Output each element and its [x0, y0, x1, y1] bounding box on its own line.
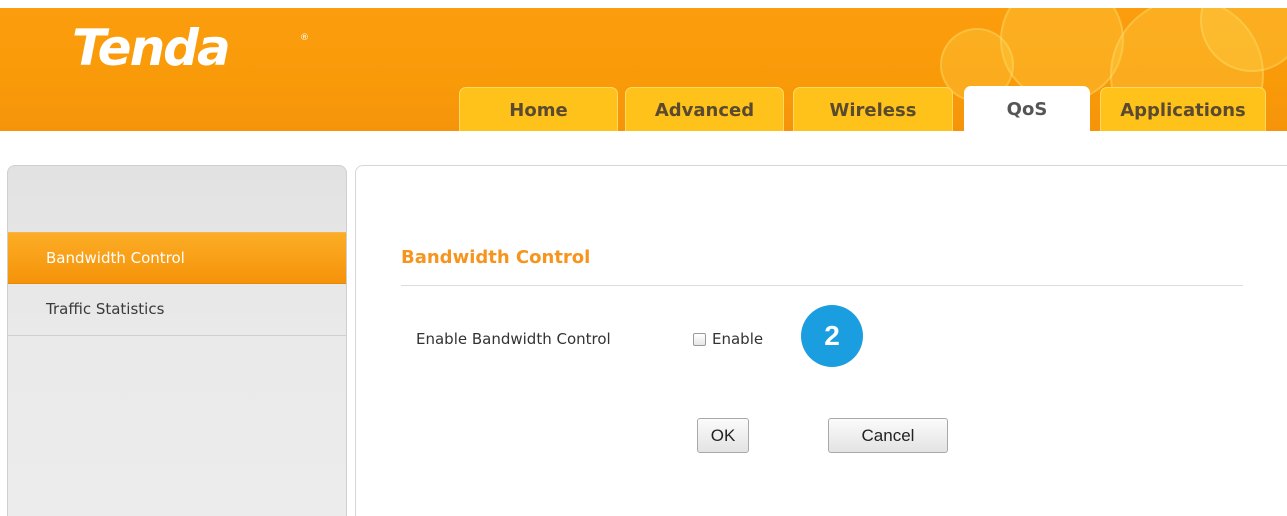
- enable-bandwidth-control-label: Enable Bandwidth Control: [416, 330, 611, 348]
- section-title: Bandwidth Control: [401, 247, 591, 268]
- enable-checkbox[interactable]: [693, 333, 706, 346]
- tab-applications[interactable]: Applications: [1100, 87, 1266, 131]
- tab-home[interactable]: Home: [459, 87, 618, 131]
- cancel-button[interactable]: Cancel: [828, 418, 948, 453]
- ok-button[interactable]: OK: [697, 418, 749, 453]
- registered-mark: ®: [300, 33, 309, 43]
- tab-advanced[interactable]: Advanced: [625, 87, 784, 131]
- tenda-logo: Tenda: [72, 19, 231, 77]
- main-content-panel: Bandwidth Control Enable Bandwidth Contr…: [355, 165, 1287, 516]
- router-admin-page: Tenda ® Home Advanced Wireless QoS Appli…: [0, 0, 1287, 516]
- sidebar: Bandwidth Control Traffic Statistics: [7, 165, 347, 516]
- sidebar-item-traffic-statistics[interactable]: Traffic Statistics: [8, 284, 346, 336]
- header-bar: Tenda ® Home Advanced Wireless QoS Appli…: [0, 8, 1287, 131]
- enable-checkbox-label[interactable]: Enable: [712, 329, 763, 349]
- tab-wireless[interactable]: Wireless: [793, 87, 953, 131]
- section-divider: [401, 285, 1243, 286]
- sidebar-item-bandwidth-control[interactable]: Bandwidth Control: [8, 232, 346, 284]
- tab-qos[interactable]: QoS: [964, 86, 1090, 131]
- step-number-badge: 2: [801, 305, 863, 367]
